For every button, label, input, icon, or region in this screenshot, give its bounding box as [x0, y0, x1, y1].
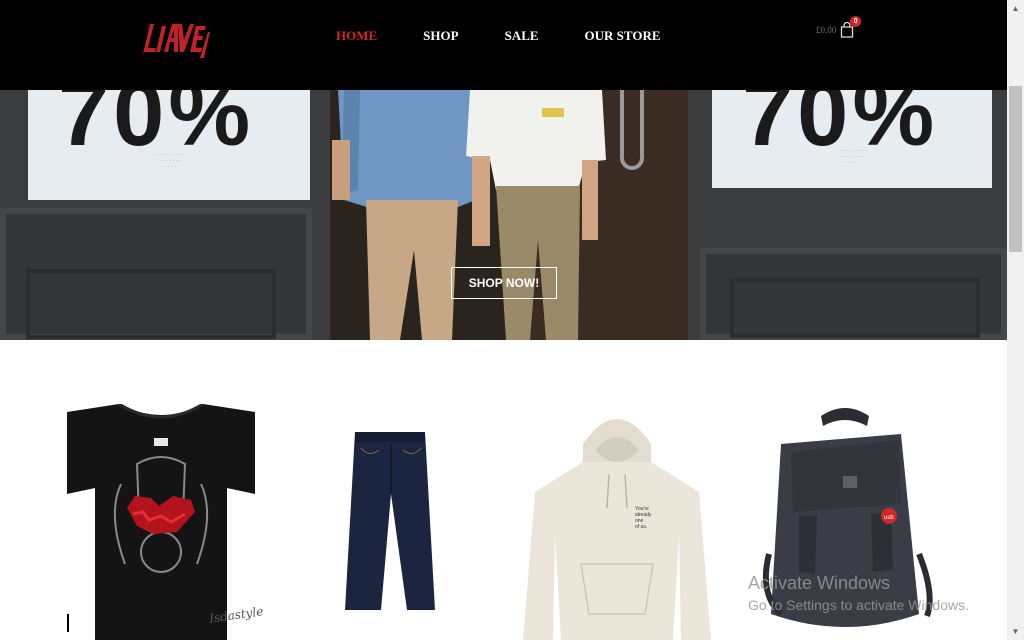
cart-count-badge: 0 — [850, 16, 862, 27]
product-card[interactable]: You're already one of us. — [523, 404, 711, 640]
door-panel-right — [700, 248, 1007, 340]
sale-poster-left: 70% · · · · · · · · · · · · · · · · · · · … — [28, 90, 310, 200]
product-grid: You're already one of us. usb — [0, 340, 1007, 640]
models-image — [332, 90, 606, 340]
slayer-logo[interactable] — [140, 18, 210, 62]
cart-widget[interactable]: £0.00 0 — [816, 16, 862, 38]
text-cursor — [67, 614, 69, 632]
nav-shop[interactable]: SHOP — [423, 28, 458, 44]
scroll-down-arrow-icon[interactable]: ▼ — [1007, 623, 1024, 640]
page: 70% · · · · · · · · · · · · · · · · · · · … — [0, 0, 1007, 640]
jeans-image[interactable] — [295, 404, 483, 640]
nav-our-store[interactable]: OUR STORE — [585, 28, 661, 44]
shop-now-button[interactable]: SHOP NOW! — [451, 267, 557, 299]
hoodie-image[interactable]: You're already one of us. — [523, 404, 711, 640]
svg-text:usb: usb — [884, 515, 894, 521]
door-panel-left — [0, 208, 312, 340]
vertical-scrollbar[interactable]: ▲ ▼ — [1007, 0, 1024, 640]
scrollbar-thumb[interactable] — [1009, 86, 1022, 252]
black-tshirt-image[interactable] — [67, 402, 255, 640]
scroll-up-arrow-icon[interactable]: ▲ — [1007, 0, 1024, 17]
backpack-image[interactable]: usb — [751, 404, 939, 640]
nav-sale[interactable]: SALE — [505, 28, 539, 44]
product-card[interactable] — [67, 402, 255, 640]
shopping-bag-icon[interactable]: 0 — [840, 16, 862, 38]
sale-poster-right: 70% · · · · · · · · · · · · · · · · · · · … — [712, 90, 992, 188]
svg-text:of us.: of us. — [635, 524, 647, 530]
site-header: HOME SHOP SALE OUR STORE £0.00 0 — [0, 0, 1007, 90]
product-card[interactable] — [295, 404, 483, 640]
nav-home[interactable]: HOME — [336, 28, 377, 44]
main-nav: HOME SHOP SALE OUR STORE — [336, 28, 707, 44]
cart-total[interactable]: £0.00 — [816, 25, 836, 35]
product-card[interactable]: usb — [751, 404, 939, 640]
